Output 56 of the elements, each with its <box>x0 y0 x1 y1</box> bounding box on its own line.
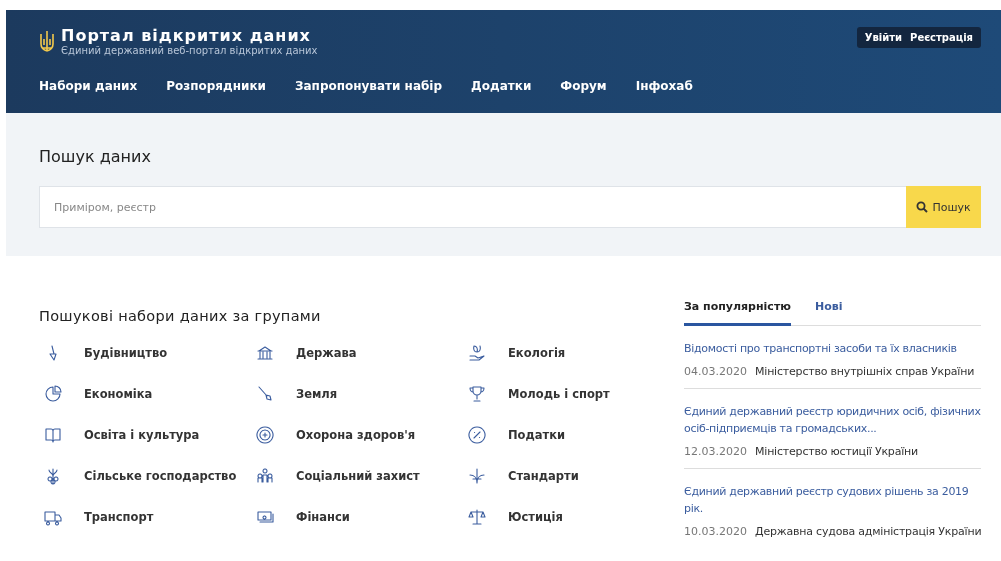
category-icon <box>44 426 62 444</box>
category-icon <box>468 467 486 485</box>
category-icon <box>256 385 274 403</box>
category-link[interactable]: Стандарти <box>463 465 643 487</box>
category-link[interactable]: Охорона здоров'я <box>251 424 463 446</box>
auth-link[interactable]: Увійти <box>864 32 903 43</box>
nav-link[interactable]: Набори даних <box>39 79 138 93</box>
tab[interactable]: За популярністю <box>684 296 791 326</box>
category-icon <box>44 508 62 526</box>
dataset-link[interactable]: Відомості про транспортні засоби та їх власників <box>684 340 981 357</box>
category-icon <box>256 467 274 485</box>
category-link[interactable]: Земля <box>251 383 463 405</box>
search-heading: Пошук даних <box>39 147 152 166</box>
category-link[interactable]: Держава <box>251 342 463 364</box>
groups-heading: Пошукові набори даних за групами <box>39 308 322 324</box>
category-icon <box>468 385 486 403</box>
search-icon <box>916 201 929 213</box>
nav-link[interactable]: Додатки <box>471 79 532 93</box>
trident-icon <box>39 30 55 54</box>
category-icon <box>256 344 274 362</box>
category-link[interactable]: Молодь і спорт <box>463 383 643 405</box>
nav-link[interactable]: Запропонувати набір <box>294 79 443 93</box>
dataset-publisher: Міністерство юстиції України <box>755 445 918 458</box>
category-link[interactable]: Податки <box>463 424 643 446</box>
dataset-date: 10.03.2020 <box>684 525 747 538</box>
category-icon <box>256 426 274 444</box>
category-link[interactable]: Екологія <box>463 342 643 364</box>
category-link[interactable]: Економіка <box>39 383 251 405</box>
search-button[interactable]: Пошук <box>906 186 981 228</box>
category-icon <box>468 508 486 526</box>
dataset-date: 04.03.2020 <box>684 365 747 378</box>
portal-subtitle: Єдиний державний веб-портал відкритих даних <box>61 45 318 57</box>
nav-link[interactable]: Форум <box>560 79 607 93</box>
auth-link[interactable]: Реєстрація <box>910 32 973 43</box>
category-link[interactable]: Соціальний захист <box>251 465 463 487</box>
category-link[interactable]: Юстиція <box>463 506 643 528</box>
dataset-publisher: Державна судова адміністрація України <box>755 525 982 538</box>
search-field[interactable]: Приміром, реєстр <box>39 186 906 228</box>
category-link[interactable]: Освіта і культура <box>39 424 251 446</box>
dataset-date: 12.03.2020 <box>684 445 747 458</box>
category-icon <box>468 344 486 362</box>
category-icon <box>468 426 486 444</box>
dataset-link[interactable]: Єдиний державний реєстр судових рішень за 2019 рік. <box>684 483 981 517</box>
nav-link[interactable]: Інфохаб <box>635 79 693 93</box>
tab[interactable]: Нові <box>814 296 843 326</box>
dataset-link[interactable]: Єдиний державний реєстр юридичних осіб, фізичних осіб-підприємців та громадських... <box>684 403 981 437</box>
category-link[interactable]: Фінанси <box>251 506 463 528</box>
category-link[interactable]: Транспорт <box>39 506 251 528</box>
dataset-publisher: Міністерство внутрішніх справ України <box>755 365 975 378</box>
category-icon <box>256 508 274 526</box>
portal-title[interactable]: Портал відкритих даних <box>61 27 318 45</box>
category-icon <box>44 385 62 403</box>
category-icon <box>44 467 62 485</box>
nav-link[interactable]: Розпорядники <box>166 79 266 93</box>
category-link[interactable]: Сільське господарство <box>39 465 251 487</box>
category-link[interactable]: Будівництво <box>39 342 251 364</box>
